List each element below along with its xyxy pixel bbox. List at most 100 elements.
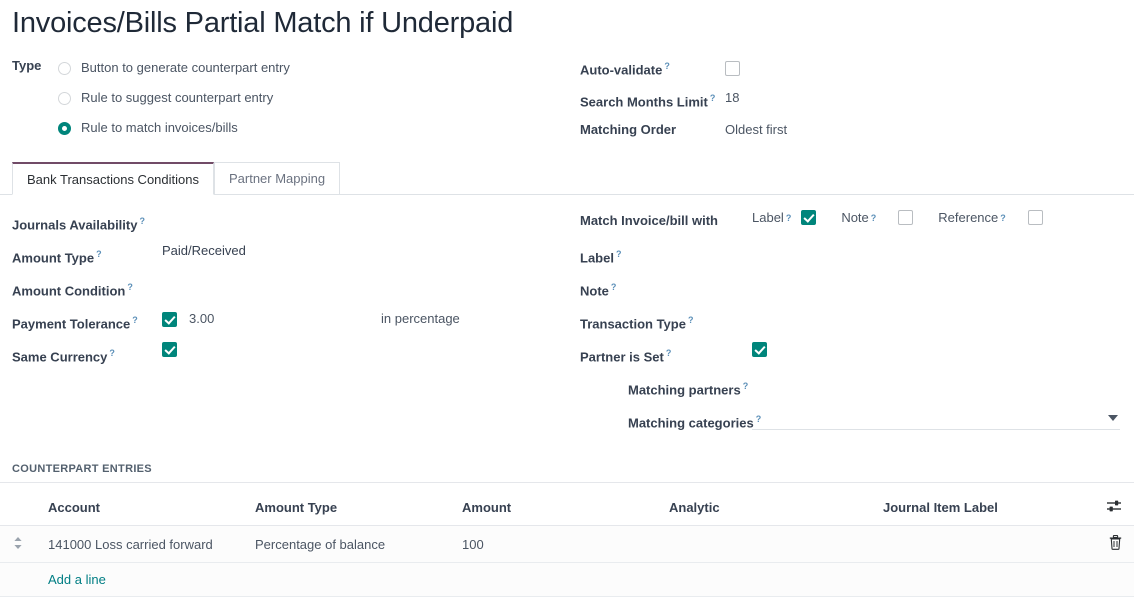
match-reference-checkbox[interactable] (1028, 210, 1043, 225)
trash-icon[interactable] (1109, 535, 1122, 550)
tab-partner-mapping[interactable]: Partner Mapping (214, 162, 340, 195)
help-icon[interactable]: ? (109, 348, 115, 358)
radio-label: Rule to match invoices/bills (81, 118, 238, 138)
matching-order-value[interactable]: Oldest first (725, 116, 787, 140)
payment-tolerance-checkbox[interactable] (162, 312, 177, 327)
match-note-checkbox[interactable] (898, 210, 913, 225)
radio-option-button-generate[interactable]: Button to generate counterpart entry (58, 53, 570, 83)
help-icon[interactable]: ? (786, 213, 792, 223)
tab-panel-bank-transactions-conditions: Journals Availability? Amount Type? Paid… (0, 195, 1134, 438)
field-journals-availability: Journals Availability? (12, 207, 570, 240)
help-icon[interactable]: ? (688, 315, 694, 325)
help-icon[interactable]: ? (664, 61, 670, 71)
add-a-line-button[interactable]: Add a line (48, 572, 106, 587)
field-search-months-limit: Search Months Limit? 18 (580, 84, 1134, 116)
type-radio-group[interactable]: Button to generate counterpart entry Rul… (58, 52, 570, 143)
field-same-currency: Same Currency? (12, 339, 570, 372)
matching-categories-value (752, 405, 1134, 430)
notebook-tabs: Bank Transactions Conditions Partner Map… (0, 162, 1134, 195)
help-icon[interactable]: ? (666, 348, 672, 358)
tab-bank-transactions-conditions[interactable]: Bank Transactions Conditions (12, 162, 214, 195)
table-header-row: Account Amount Type Amount Analytic Jour… (0, 483, 1134, 526)
help-icon[interactable]: ? (127, 282, 133, 292)
help-icon[interactable]: ? (616, 249, 622, 259)
same-currency-label: Same Currency? (12, 339, 162, 367)
help-icon[interactable]: ? (710, 93, 716, 103)
field-partner-is-set: Partner is Set? (580, 339, 1134, 372)
th-analytic[interactable]: Analytic (661, 483, 875, 526)
amount-condition-value[interactable] (162, 273, 570, 276)
th-amount-type[interactable]: Amount Type (247, 483, 454, 526)
field-auto-validate: Auto-validate? (580, 52, 1134, 84)
auto-validate-label: Auto-validate? (580, 52, 725, 80)
match-option-note[interactable]: Note? (841, 210, 913, 225)
match-invoice-with-label: Match Invoice/bill with (580, 207, 752, 231)
note-field-value[interactable] (752, 273, 1134, 276)
help-icon[interactable]: ? (871, 213, 877, 223)
match-option-note-text: Note (841, 210, 868, 225)
conditions-right-column: Match Invoice/bill with Label? Note? Ref… (570, 207, 1134, 438)
cell-account[interactable]: 141000 Loss carried forward (40, 526, 247, 563)
radio-icon-selected[interactable] (58, 122, 71, 135)
payment-tolerance-amount[interactable]: 3.00 (189, 309, 214, 329)
help-icon[interactable]: ? (139, 216, 145, 226)
same-currency-checkbox[interactable] (162, 342, 177, 357)
cell-journal-item-label[interactable] (875, 526, 1095, 563)
cell-analytic[interactable] (661, 526, 875, 563)
cell-delete[interactable] (1095, 526, 1134, 563)
matching-categories-dropdown[interactable] (752, 408, 1120, 430)
partner-is-set-checkbox[interactable] (752, 342, 767, 357)
top-field-group: Type Button to generate counterpart entr… (0, 42, 1134, 148)
radio-option-rule-match[interactable]: Rule to match invoices/bills (58, 113, 570, 143)
top-left-column: Type Button to generate counterpart entr… (0, 52, 570, 148)
drag-handle-icon[interactable] (13, 536, 27, 550)
form-sheet: Invoices/Bills Partial Match if Underpai… (0, 0, 1134, 598)
match-option-label-text: Label (752, 210, 784, 225)
partner-is-set-value (752, 339, 1134, 357)
counterpart-entries-title: COUNTERPART ENTRIES (12, 463, 1134, 482)
row-drag-handle-cell[interactable] (0, 526, 40, 563)
cell-amount[interactable]: 100 (454, 526, 661, 563)
match-label-checkbox[interactable] (801, 210, 816, 225)
column-settings-icon[interactable] (1106, 499, 1122, 513)
matching-order-label: Matching Order (580, 116, 725, 140)
match-option-reference[interactable]: Reference? (938, 210, 1042, 225)
field-label: Label? (580, 240, 1134, 273)
match-option-label[interactable]: Label? (752, 210, 816, 225)
th-optional-columns[interactable] (1095, 483, 1134, 526)
auto-validate-value (725, 52, 740, 78)
add-line-spacer (0, 563, 40, 597)
field-match-invoice-with: Match Invoice/bill with Label? Note? Ref… (580, 207, 1134, 240)
label-field-value[interactable] (752, 240, 1134, 243)
help-icon[interactable]: ? (1000, 213, 1006, 223)
payment-tolerance-value: 3.00 in percentage (162, 306, 570, 329)
help-icon[interactable]: ? (611, 282, 617, 292)
table-body: 141000 Loss carried forward Percentage o… (0, 526, 1134, 597)
search-months-limit-value[interactable]: 18 (725, 84, 739, 108)
amount-type-value[interactable]: Paid/Received (162, 240, 570, 258)
match-option-reference-text: Reference (938, 210, 998, 225)
matching-partners-value[interactable] (752, 372, 1134, 375)
th-amount[interactable]: Amount (454, 483, 661, 526)
radio-icon[interactable] (58, 62, 71, 75)
payment-tolerance-label: Payment Tolerance? (12, 306, 162, 334)
journals-availability-value[interactable] (162, 207, 570, 210)
help-icon[interactable]: ? (96, 249, 102, 259)
payment-tolerance-unit: in percentage (381, 309, 460, 329)
auto-validate-checkbox[interactable] (725, 61, 740, 76)
table-row[interactable]: 141000 Loss carried forward Percentage o… (0, 526, 1134, 563)
th-journal-item-label[interactable]: Journal Item Label (875, 483, 1095, 526)
counterpart-entries-section: COUNTERPART ENTRIES Account Amount Type … (0, 463, 1134, 597)
chevron-down-icon[interactable] (1108, 415, 1118, 421)
field-amount-condition: Amount Condition? (12, 273, 570, 306)
transaction-type-value[interactable] (752, 306, 1134, 309)
cell-amount-type[interactable]: Percentage of balance (247, 526, 454, 563)
same-currency-value (162, 339, 570, 357)
help-icon[interactable]: ? (743, 381, 749, 391)
transaction-type-label: Transaction Type? (580, 306, 752, 334)
radio-icon[interactable] (58, 92, 71, 105)
match-invoice-with-options: Label? Note? Reference? (752, 207, 1134, 225)
radio-option-rule-suggest[interactable]: Rule to suggest counterpart entry (58, 83, 570, 113)
help-icon[interactable]: ? (132, 315, 138, 325)
th-account[interactable]: Account (40, 483, 247, 526)
